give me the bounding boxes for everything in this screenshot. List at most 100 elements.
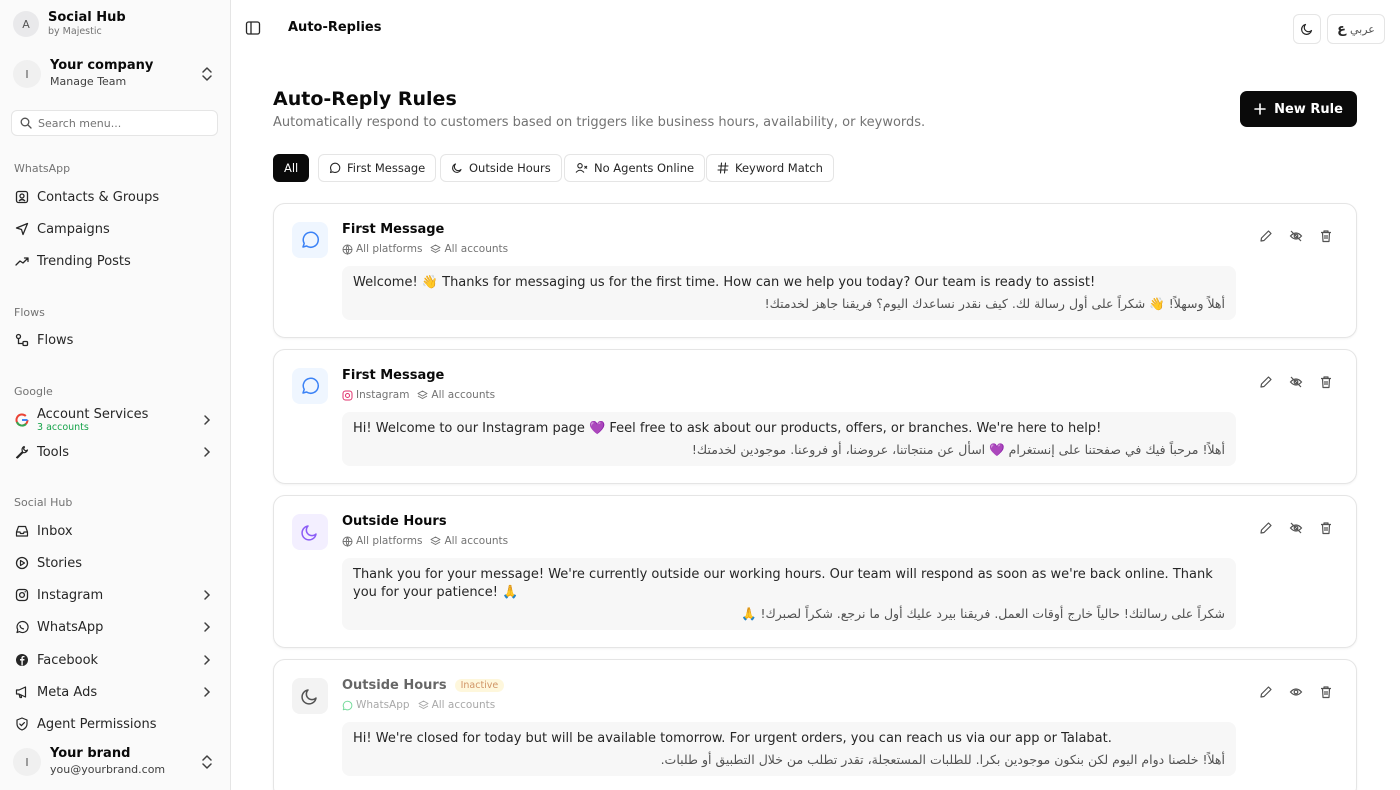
rule-meta: WhatsApp All accounts (342, 699, 495, 711)
layers-icon (418, 700, 429, 709)
rule-platform: WhatsApp (356, 699, 410, 711)
rule-meta: All platforms All accounts (342, 243, 508, 255)
language-label: عربي (1350, 22, 1375, 36)
chevron-right-icon (204, 655, 211, 665)
sidebar-item-trending[interactable]: Trending Posts (11, 247, 218, 275)
sidebar-item-meta-ads[interactable]: Meta Ads (11, 678, 218, 706)
chevron-right-icon (204, 687, 211, 697)
sidebar-item-flows[interactable]: Flows (11, 326, 218, 354)
trash-icon[interactable] (1318, 228, 1334, 244)
edit-icon[interactable] (1258, 520, 1274, 536)
rule-message-en: Thank you for your message! We're curren… (353, 567, 1213, 600)
filter-label: Outside Hours (469, 161, 551, 175)
language-button[interactable]: ع عربي (1327, 14, 1385, 44)
sidebar-item-inbox[interactable]: Inbox (11, 517, 218, 545)
rule-title: Outside Hours (342, 514, 447, 529)
send-icon (15, 222, 29, 236)
filter-no-agents-online[interactable]: No Agents Online (564, 154, 706, 182)
sidebar-toggle-icon[interactable] (245, 20, 261, 36)
rule-message: Hi! Welcome to our Instagram page 💜 Feel… (342, 412, 1236, 466)
filter-keyword-match[interactable]: Keyword Match (706, 154, 834, 182)
message-circle-icon (292, 222, 328, 258)
sidebar-item-label: Instagram (37, 587, 104, 603)
sidebar-item-campaigns[interactable]: Campaigns (11, 215, 218, 243)
rule-message-ar: أهلاً! مرحباً فيك في صفحتنا على إنستغرام… (691, 442, 1225, 457)
chevron-right-icon (204, 447, 211, 457)
hash-icon (717, 162, 729, 174)
globe-icon (342, 536, 353, 547)
sidebar: A Social Hub by Majestic I Your company … (0, 0, 231, 790)
rule-title: First Message (342, 368, 444, 383)
user-x-icon (575, 163, 588, 173)
sidebar-item-label: Tools (37, 444, 70, 460)
layers-icon (430, 244, 441, 253)
trash-icon[interactable] (1318, 374, 1334, 390)
rule-accounts: All accounts (444, 535, 509, 547)
moon-icon (1301, 23, 1313, 35)
filter-first-message[interactable]: First Message (318, 154, 437, 182)
rule-card: First Message All platforms All accounts… (273, 203, 1357, 338)
sidebar-item-contacts[interactable]: Contacts & Groups (11, 183, 218, 211)
filter-outside-hours[interactable]: Outside Hours (440, 154, 562, 182)
rule-message-en: Welcome! 👋 Thanks for messaging us for t… (353, 275, 1096, 290)
sidebar-item-instagram[interactable]: Instagram (11, 581, 218, 609)
search-menu[interactable] (11, 110, 218, 136)
eye-off-icon[interactable] (1288, 374, 1304, 390)
theme-toggle-button[interactable] (1293, 14, 1321, 44)
sidebar-item-stories[interactable]: Stories (11, 549, 218, 577)
filter-all[interactable]: All (273, 154, 310, 182)
new-rule-button[interactable]: New Rule (1240, 91, 1357, 127)
rule-card: Outside Hours Inactive WhatsApp All acco… (273, 659, 1357, 790)
rule-platform: Instagram (356, 389, 410, 401)
rule-message: Thank you for your message! We're curren… (342, 558, 1236, 630)
sidebar-item-account-services[interactable]: Account Services 3 accounts (11, 404, 218, 436)
team-name: Your company (50, 58, 154, 73)
search-input[interactable] (38, 116, 208, 130)
message-circle-icon (329, 162, 341, 174)
eye-off-icon[interactable] (1288, 520, 1304, 536)
page-title: Auto-Reply Rules (273, 88, 457, 110)
rule-message-ar: أهلاً وسهلاً! 👋 شكراً على أول رسالة لك. … (764, 296, 1225, 311)
sidebar-item-label: Contacts & Groups (37, 189, 160, 205)
sidebar-item-label: Account Services (37, 407, 149, 422)
sidebar-item-tools[interactable]: Tools (11, 438, 218, 466)
filter-label: First Message (347, 161, 426, 175)
brand[interactable]: A Social Hub by Majestic (13, 10, 126, 38)
edit-icon[interactable] (1258, 374, 1274, 390)
brand-avatar: A (13, 11, 39, 37)
contacts-icon (15, 190, 29, 204)
sidebar-item-agent-permissions[interactable]: Agent Permissions (11, 710, 218, 738)
rule-card: First Message Instagram All accounts Hi!… (273, 349, 1357, 484)
moon-icon (292, 514, 328, 550)
rule-message: Welcome! 👋 Thanks for messaging us for t… (342, 266, 1236, 320)
rule-message-ar: أهلاً! خلصنا دوام اليوم لكن بنكون موجودي… (660, 752, 1225, 767)
edit-icon[interactable] (1258, 684, 1274, 700)
eye-off-icon[interactable] (1288, 228, 1304, 244)
sidebar-item-label: Flows (37, 332, 74, 348)
group-label-whatsapp: WhatsApp (14, 162, 71, 175)
account-count: 3 accounts (37, 422, 89, 433)
sidebar-item-facebook[interactable]: Facebook (11, 646, 218, 674)
rule-actions (1258, 520, 1334, 536)
instagram-icon (342, 390, 353, 400)
rule-title-text: Outside Hours (342, 678, 447, 693)
new-rule-label: New Rule (1274, 101, 1343, 117)
eye-icon[interactable] (1288, 684, 1304, 700)
search-icon (20, 117, 32, 129)
moon-icon (452, 163, 462, 173)
sidebar-item-whatsapp[interactable]: WhatsApp (11, 613, 218, 641)
rule-accounts: All accounts (431, 699, 496, 711)
plus-icon (1254, 103, 1266, 115)
team-avatar: I (13, 60, 41, 88)
rule-title: First Message (342, 222, 444, 237)
user-menu[interactable]: I Your brand you@yourbrand.com (13, 742, 218, 782)
team-switcher[interactable]: I Your company Manage Team (13, 54, 218, 94)
chevron-right-icon (204, 622, 211, 632)
trash-icon[interactable] (1318, 684, 1334, 700)
play-circle-icon (15, 556, 29, 570)
edit-icon[interactable] (1258, 228, 1274, 244)
brand-name: Social Hub (48, 10, 126, 25)
google-icon (15, 413, 29, 427)
trash-icon[interactable] (1318, 520, 1334, 536)
workflow-icon (15, 333, 29, 347)
